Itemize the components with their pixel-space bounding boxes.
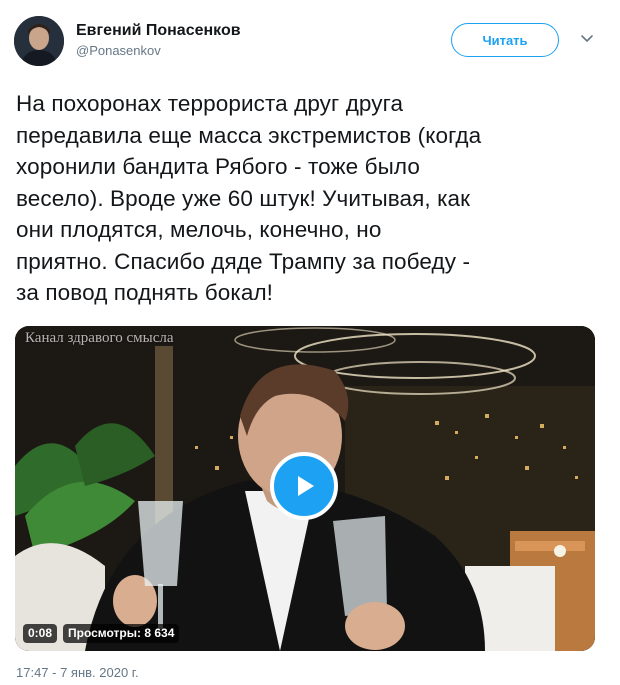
tweet-text: На похоронах террориста друг друга перед… bbox=[16, 91, 482, 305]
author-handle[interactable]: @Ponasenkov bbox=[76, 42, 241, 60]
chevron-down-icon[interactable] bbox=[580, 34, 594, 44]
video-views: Просмотры: 8 634 bbox=[63, 624, 180, 643]
author-block: Евгений Понасенков @Ponasenkov bbox=[76, 21, 241, 60]
video-watermark: Канал здравого смысла bbox=[25, 330, 174, 346]
video-player[interactable]: Канал здравого смысла 0:08 Просмотры: 8 … bbox=[15, 326, 595, 651]
play-icon bbox=[298, 476, 314, 496]
tweet-card: Евгений Понасенков @Ponasenkov Читать На… bbox=[0, 0, 620, 685]
video-duration: 0:08 bbox=[23, 624, 58, 643]
avatar-image bbox=[14, 16, 64, 66]
follow-button[interactable]: Читать bbox=[451, 23, 559, 57]
avatar[interactable] bbox=[14, 16, 64, 66]
play-button[interactable] bbox=[270, 452, 338, 520]
tweet-timestamp[interactable]: 17:47 - 7 янв. 2020 г. bbox=[16, 664, 139, 681]
author-name[interactable]: Евгений Понасенков bbox=[76, 21, 241, 41]
